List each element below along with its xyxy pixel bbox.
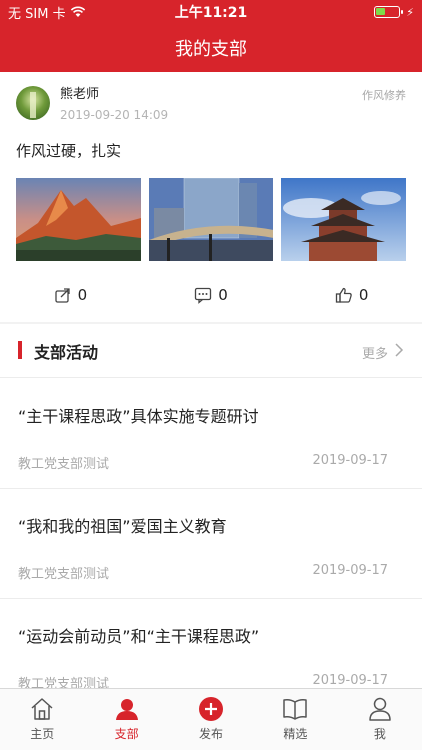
activity-date: 2019-09-17 xyxy=(312,453,388,468)
chevron-right-icon[interactable] xyxy=(394,342,404,358)
post-photos xyxy=(16,178,407,261)
carrier-text: 无 SIM 卡 xyxy=(8,6,66,22)
activity-title: “主干课程思政”具体实施专题研讨 xyxy=(18,407,259,426)
activity-title: “运动会前动员”和“主干课程思政” xyxy=(18,627,260,646)
tab-me[interactable]: 我 xyxy=(338,689,422,750)
status-bar: 无 SIM 卡 上午11:21 ⚡ xyxy=(0,0,422,24)
post-time: 2019-09-20 14:09 xyxy=(60,108,169,122)
tab-label: 精选 xyxy=(283,727,308,741)
like-count: 0 xyxy=(358,286,369,304)
avatar[interactable] xyxy=(16,86,50,120)
status-time: 上午11:21 xyxy=(174,5,248,21)
building-photo[interactable] xyxy=(148,178,274,261)
post-meta: 熊老师 2019-09-20 14:09 xyxy=(60,86,168,122)
activity-item[interactable]: “我和我的祖国”爱国主义教育 教工党支部测试 2019-09-17 xyxy=(0,489,422,599)
section-header: 支部活动 更多 xyxy=(0,324,422,378)
activity-item[interactable]: “主干课程思政”具体实施专题研讨 教工党支部测试 2019-09-17 xyxy=(0,379,422,489)
thumbs-up-icon xyxy=(335,287,352,303)
pagoda-photo[interactable] xyxy=(281,178,407,261)
activity-date: 2019-09-17 xyxy=(312,563,388,578)
page-title: 我的支部 xyxy=(175,39,247,60)
tab-bar: 主页 支部 发布 精选 我 xyxy=(0,688,422,750)
activity-date: 2019-09-17 xyxy=(312,673,388,688)
post-card[interactable]: 熊老师 2019-09-20 14:09 作风修养 作风过硬，扎实 0 0 0 xyxy=(0,72,422,322)
post-header: 熊老师 2019-09-20 14:09 xyxy=(16,86,168,122)
user-icon xyxy=(369,697,391,721)
like-button[interactable]: 0 xyxy=(281,278,422,312)
section-accent-bar xyxy=(18,341,22,359)
home-icon xyxy=(31,698,53,720)
comment-count: 0 xyxy=(218,286,228,304)
comment-button[interactable]: 0 xyxy=(141,278,282,312)
activity-org: 教工党支部测试 xyxy=(18,567,110,582)
post-content: 作风过硬，扎实 xyxy=(16,142,122,160)
share-count: 0 xyxy=(77,286,88,304)
battery-icon xyxy=(374,6,404,18)
charging-icon: ⚡ xyxy=(406,5,414,19)
section-title: 支部活动 xyxy=(34,343,99,362)
more-link[interactable]: 更多 xyxy=(362,343,388,362)
tab-home[interactable]: 主页 xyxy=(0,689,84,750)
tab-label: 主页 xyxy=(30,727,55,741)
wifi-icon xyxy=(70,6,85,17)
mountain-photo[interactable] xyxy=(16,178,141,261)
post-category: 作风修养 xyxy=(362,89,406,102)
post-author[interactable]: 熊老师 xyxy=(60,86,168,104)
branch-activities-section: 支部活动 更多 “主干课程思政”具体实施专题研讨 教工党支部测试 2019-09… xyxy=(0,324,422,692)
share-icon xyxy=(54,288,70,303)
tab-publish[interactable]: 发布 xyxy=(169,689,253,750)
tab-label: 我 xyxy=(373,727,386,741)
screen: 无 SIM 卡 上午11:21 ⚡ 我的支部 熊老师 2019-09-20 14… xyxy=(0,0,422,750)
tab-label: 发布 xyxy=(199,727,224,741)
book-icon xyxy=(283,699,308,720)
person-icon xyxy=(115,699,138,720)
activity-org: 教工党支部测试 xyxy=(18,457,110,472)
tab-branch[interactable]: 支部 xyxy=(84,689,168,750)
tab-label: 支部 xyxy=(114,727,139,741)
tab-featured[interactable]: 精选 xyxy=(253,689,337,750)
post-actions: 0 0 0 xyxy=(0,278,422,312)
status-right: ⚡ xyxy=(274,6,414,19)
nav-bar: 我的支部 xyxy=(0,24,422,72)
activity-title: “我和我的祖国”爱国主义教育 xyxy=(18,517,227,536)
status-left: 无 SIM 卡 xyxy=(8,3,148,22)
plus-circle-icon xyxy=(199,697,224,721)
comment-icon xyxy=(195,287,212,304)
share-button[interactable]: 0 xyxy=(0,278,141,312)
